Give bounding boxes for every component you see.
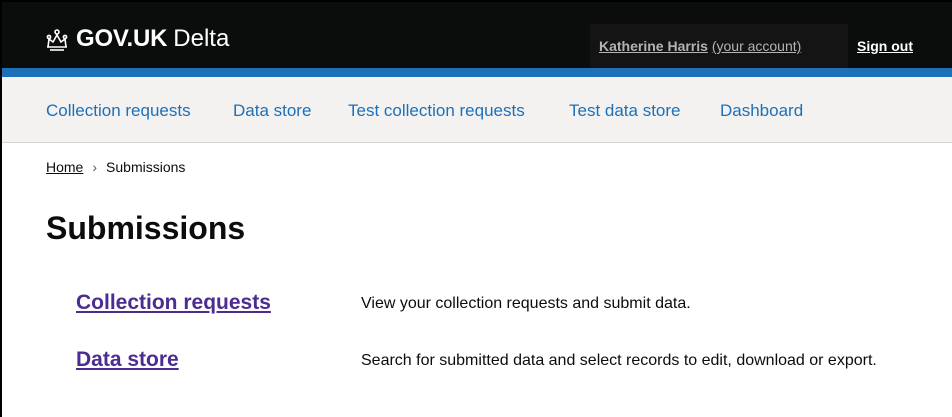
breadcrumb-home-link[interactable]: Home: [46, 159, 83, 175]
breadcrumb: Home › Submissions: [46, 159, 185, 175]
govuk-logo-link[interactable]: GOV.UK Delta: [44, 24, 229, 54]
data-store-description: Search for submitted data and select rec…: [361, 352, 877, 369]
service-name: Delta: [173, 25, 230, 52]
crown-icon: [46, 29, 68, 51]
nav-item-dashboard[interactable]: Dashboard: [720, 101, 803, 121]
header-accent-bar: [2, 68, 952, 77]
nav-item-test-data-store[interactable]: Test data store: [569, 101, 681, 121]
nav-item-collection-requests[interactable]: Collection requests: [46, 101, 191, 121]
sign-out-link[interactable]: Sign out: [857, 38, 913, 54]
primary-navigation: Collection requests Data store Test coll…: [2, 77, 952, 143]
nav-item-test-collection-requests[interactable]: Test collection requests: [348, 101, 525, 121]
nav-item-data-store[interactable]: Data store: [233, 101, 311, 121]
chevron-right-icon: ›: [92, 159, 98, 175]
account-name: Katherine Harris: [599, 38, 708, 54]
breadcrumb-current: Submissions: [106, 159, 186, 175]
page-title: Submissions: [46, 210, 246, 246]
collection-requests-description: View your collection requests and submit…: [361, 295, 691, 312]
collection-requests-link[interactable]: Collection requests: [76, 291, 271, 315]
data-store-link[interactable]: Data store: [76, 348, 179, 372]
account-link[interactable]: Katherine Harris (your account): [599, 38, 801, 54]
govuk-logo-text: GOV.UK: [76, 25, 168, 52]
account-suffix: (your account): [711, 38, 802, 54]
page-frame: GOV.UK Delta Katherine Harris (your acco…: [0, 0, 952, 417]
